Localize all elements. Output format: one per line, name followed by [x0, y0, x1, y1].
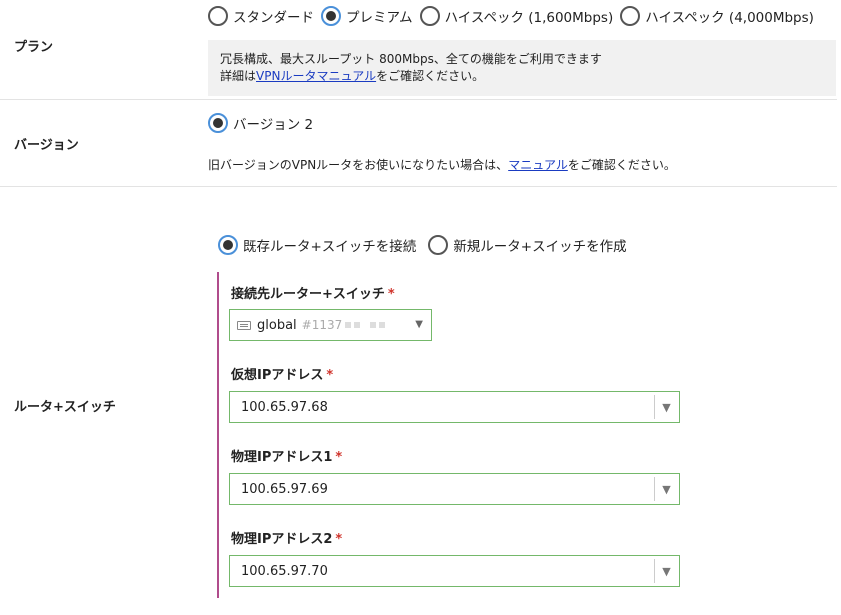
radio-circle-icon [218, 235, 238, 255]
version-note-prefix: 旧バージョンのVPNルータをお使いになりたい場合は、 [208, 158, 509, 172]
plan-label: プラン [14, 40, 54, 55]
section-divider [0, 186, 837, 187]
virtual-ip-label: 仮想IPアドレス * [231, 364, 333, 383]
physical-ip2-label: 物理IPアドレス2 * [231, 528, 342, 547]
redacted-mark [354, 322, 361, 328]
physical-ip2-value: 100.65.97.70 [241, 563, 328, 579]
plan-description-line2: 詳細はVPNルータマニュアルをご確認ください。 [220, 68, 824, 85]
physical-ip2-select[interactable]: 100.65.97.70 ▼ [229, 555, 680, 587]
chevron-down-icon: ▼ [654, 477, 678, 501]
radio-circle-icon [208, 113, 228, 133]
radio-circle-icon [620, 6, 641, 26]
router-name: global [257, 317, 297, 333]
connect-existing-option[interactable]: 既存ルータ+スイッチを接続 [218, 235, 416, 255]
router-switch-select[interactable]: global #1137 ▼ [229, 309, 432, 341]
version-option-label: バージョン 2 [233, 117, 314, 133]
keyboard-icon [237, 320, 251, 330]
chevron-down-icon: ▼ [654, 559, 678, 583]
plan-description: 冗長構成、最大スループット 800Mbps、全ての機能をご利用できます 詳細はV… [208, 40, 836, 96]
create-new-option[interactable]: 新規ルータ+スイッチを作成 [428, 235, 627, 255]
router-switch-radio-group: 既存ルータ+スイッチを接続 新規ルータ+スイッチを作成 [218, 235, 634, 255]
vpn-router-manual-link[interactable]: VPNルータマニュアル [256, 69, 376, 83]
plan-option-highspec-4000[interactable]: ハイスペック (4,000Mbps) [620, 6, 814, 26]
virtual-ip-value: 100.65.97.68 [241, 399, 328, 415]
plan-option-label: ハイスペック (1,600Mbps) [444, 10, 614, 26]
router-switch-option-label: 既存ルータ+スイッチを接続 [243, 239, 417, 255]
physical-ip1-value: 100.65.97.69 [241, 481, 328, 497]
plan-option-label: プレミアム [346, 10, 413, 26]
router-switch-label: ルータ+スイッチ [14, 400, 116, 415]
required-mark: * [387, 287, 395, 302]
plan-option-label: ハイスペック (4,000Mbps) [645, 10, 814, 26]
plan-description-line1: 冗長構成、最大スループット 800Mbps、全ての機能をご利用できます [220, 52, 602, 66]
virtual-ip-label-text: 仮想IPアドレス [231, 368, 324, 383]
redacted-mark [379, 322, 386, 328]
radio-circle-icon [208, 6, 228, 26]
version-note: 旧バージョンのVPNルータをお使いになりたい場合は、マニュアルをご確認ください。 [208, 156, 676, 173]
plan-option-premium[interactable]: プレミアム [321, 6, 413, 26]
physical-ip2-label-text: 物理IPアドレス2 [231, 532, 333, 547]
plan-description-suffix: をご確認ください。 [376, 69, 485, 83]
version-option-2[interactable]: バージョン 2 [208, 113, 313, 133]
router-id: #1137 [301, 318, 343, 332]
radio-circle-icon [321, 6, 341, 26]
radio-circle-icon [419, 6, 440, 26]
connect-router-label-text: 接続先ルーター+スイッチ [231, 287, 385, 302]
version-note-suffix: をご確認ください。 [567, 158, 676, 172]
redacted-mark [370, 322, 377, 328]
router-switch-option-label: 新規ルータ+スイッチを作成 [453, 239, 627, 255]
manual-link[interactable]: マニュアル [508, 158, 568, 172]
version-label: バージョン [14, 138, 79, 153]
section-divider [0, 99, 837, 100]
plan-option-highspec-1600[interactable]: ハイスペック (1,600Mbps) [419, 6, 614, 26]
plan-option-label: スタンダード [233, 10, 314, 26]
redacted-mark [345, 322, 352, 328]
physical-ip1-select[interactable]: 100.65.97.69 ▼ [229, 473, 680, 505]
section-accent-bar [217, 272, 219, 598]
required-mark: * [326, 368, 334, 383]
required-mark: * [335, 450, 343, 465]
virtual-ip-select[interactable]: 100.65.97.68 ▼ [229, 391, 680, 423]
version-radio-group: バージョン 2 [208, 113, 320, 133]
plan-option-standard[interactable]: スタンダード [208, 6, 314, 26]
radio-circle-icon [428, 235, 449, 255]
plan-radio-group: スタンダード プレミアム ハイスペック (1,600Mbps) ハイスペック (… [208, 6, 821, 26]
plan-description-prefix: 詳細は [220, 69, 257, 83]
required-mark: * [335, 532, 343, 547]
chevron-down-icon: ▼ [654, 395, 678, 419]
physical-ip1-label-text: 物理IPアドレス1 [231, 450, 333, 465]
connect-router-label: 接続先ルーター+スイッチ * [231, 283, 395, 302]
chevron-down-icon: ▼ [415, 319, 423, 330]
physical-ip1-label: 物理IPアドレス1 * [231, 446, 342, 465]
